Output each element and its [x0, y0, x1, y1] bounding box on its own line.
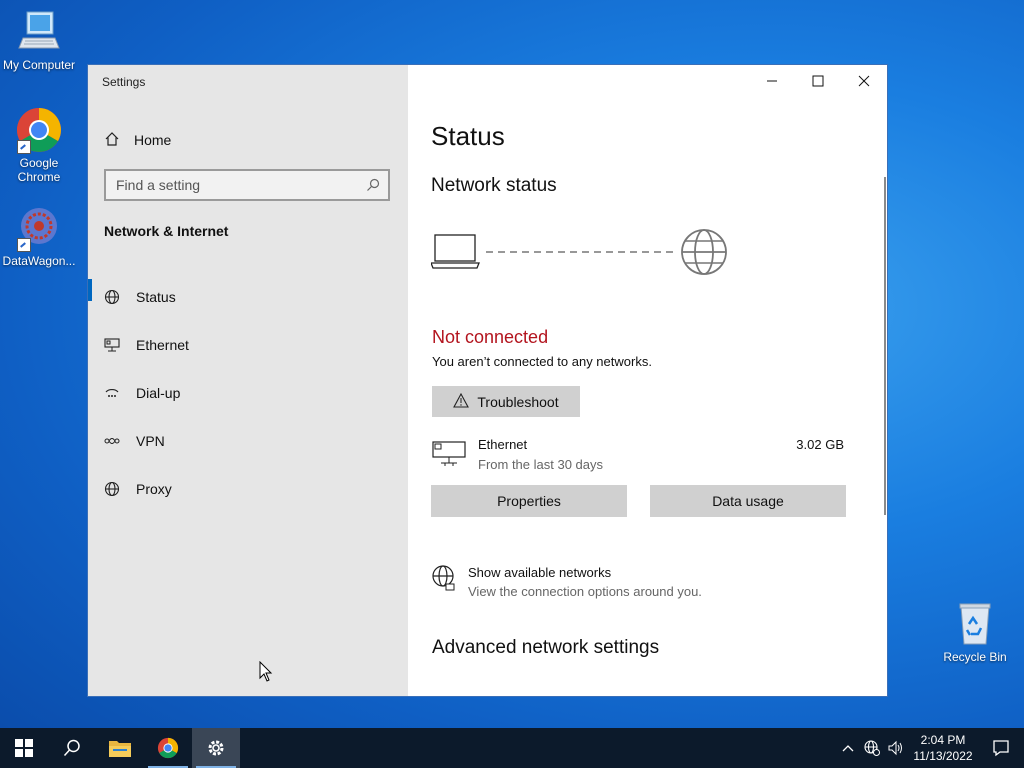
tray-overflow-button[interactable] [836, 728, 860, 768]
ethernet-adapter-row: Ethernet From the last 30 days 3.02 GB [432, 435, 844, 475]
search-box [104, 169, 390, 201]
sidebar-item-label: Status [136, 289, 176, 305]
content-pane: Status Network status Not connected You [408, 65, 888, 696]
desktop-icon-label: Google Chrome [17, 156, 61, 184]
show-networks-subtitle: View the connection options around you. [468, 584, 702, 599]
connection-status-description: You aren’t connected to any networks. [432, 354, 652, 369]
taskbar-file-explorer[interactable] [96, 728, 144, 768]
speaker-icon [888, 740, 902, 756]
desktop-icon-datawagon[interactable]: DataWagon... [1, 204, 77, 268]
window-title: Settings [102, 75, 146, 89]
action-center-button[interactable] [978, 728, 1024, 768]
sidebar-item-label: Proxy [136, 481, 172, 497]
network-globe-icon [864, 740, 880, 756]
show-networks-title: Show available networks [468, 565, 612, 580]
chevron-up-icon [842, 745, 854, 752]
clock-date: 11/13/2022 [913, 749, 973, 763]
desktop-icon-google-chrome[interactable]: Google Chrome [1, 106, 77, 184]
sidebar-item-proxy[interactable]: Proxy [88, 465, 408, 513]
chrome-icon [157, 737, 179, 759]
tray-volume-button[interactable] [884, 728, 908, 768]
start-button[interactable] [0, 728, 48, 768]
connection-status: Not connected [432, 327, 549, 347]
laptop-icon [430, 234, 480, 269]
ethernet-icon [104, 337, 120, 353]
sidebar-item-label: Ethernet [136, 337, 189, 353]
home-icon [104, 131, 120, 150]
ethernet-period: From the last 30 days [478, 457, 603, 472]
sidebar-item-ethernet[interactable]: Ethernet [88, 321, 408, 369]
shortcut-arrow-icon [17, 238, 31, 252]
page-title: Status [431, 121, 505, 151]
sidebar-item-dialup[interactable]: Dial-up [88, 369, 408, 417]
folder-icon [109, 741, 131, 757]
sidebar-item-vpn[interactable]: VPN [88, 417, 408, 465]
globe-icon [104, 481, 120, 497]
taskbar: 2:04 PM 11/13/2022 [0, 728, 1024, 768]
sidebar: Settings Home Network & Internet Status [88, 65, 408, 696]
troubleshoot-button[interactable]: Troubleshoot [432, 386, 580, 417]
taskbar-clock[interactable]: 2:04 PM 11/13/2022 [908, 732, 978, 764]
sidebar-item-home[interactable]: Home [104, 129, 171, 151]
ethernet-adapter-icon [432, 439, 466, 472]
warning-icon [453, 392, 470, 411]
data-usage-button[interactable]: Data usage [650, 485, 846, 517]
taskbar-settings[interactable] [192, 728, 240, 768]
settings-window: Settings Home Network & Internet Status [87, 64, 888, 697]
network-globe-icon [432, 565, 456, 596]
section-heading: Network & Internet [104, 223, 229, 239]
system-tray: 2:04 PM 11/13/2022 [836, 728, 1024, 768]
notification-icon [993, 740, 1009, 757]
recycle-bin-icon [951, 600, 999, 648]
clock-time: 2:04 PM [920, 733, 966, 747]
network-status-heading: Network status [431, 175, 557, 196]
search-icon[interactable] [366, 178, 380, 197]
desktop-icon-recycle-bin[interactable]: Recycle Bin [937, 600, 1013, 664]
advanced-settings-heading: Advanced network settings [432, 637, 660, 658]
desktop-icon-label: DataWagon... [2, 254, 76, 268]
desktop-icon-label: My Computer [2, 58, 76, 72]
sidebar-nav: Status Ethernet Dial-up VPN Proxy [88, 273, 408, 513]
sidebar-item-status[interactable]: Status [88, 273, 408, 321]
status-icon [104, 289, 120, 305]
search-icon [63, 739, 80, 757]
shortcut-arrow-icon [17, 140, 31, 154]
troubleshoot-label: Troubleshoot [477, 393, 559, 410]
taskbar-search-button[interactable] [48, 728, 96, 768]
home-label: Home [134, 132, 172, 148]
desktop-icon-my-computer[interactable]: My Computer [1, 8, 77, 72]
taskbar-chrome[interactable] [144, 728, 192, 768]
windows-logo-icon [15, 739, 33, 757]
network-diagram [430, 227, 731, 288]
tray-network-button[interactable] [860, 728, 884, 768]
properties-button[interactable]: Properties [431, 485, 627, 517]
properties-label: Properties [497, 493, 561, 509]
search-input[interactable] [106, 171, 366, 199]
desktop-icon-label: Recycle Bin [943, 650, 1007, 664]
dialup-icon [104, 385, 120, 401]
datawagon-icon [15, 204, 63, 252]
sidebar-item-label: VPN [136, 433, 165, 449]
data-usage-label: Data usage [712, 493, 784, 509]
mouse-cursor-icon [259, 660, 273, 688]
computer-icon [15, 8, 63, 56]
vpn-icon [104, 433, 120, 449]
globe-icon [681, 229, 727, 275]
ethernet-data-usage: 3.02 GB [796, 437, 844, 452]
sidebar-item-label: Dial-up [136, 385, 181, 401]
content-scrollbar[interactable] [884, 177, 886, 515]
ethernet-name: Ethernet [478, 437, 528, 452]
gear-icon [208, 740, 224, 756]
chrome-icon [15, 106, 63, 154]
